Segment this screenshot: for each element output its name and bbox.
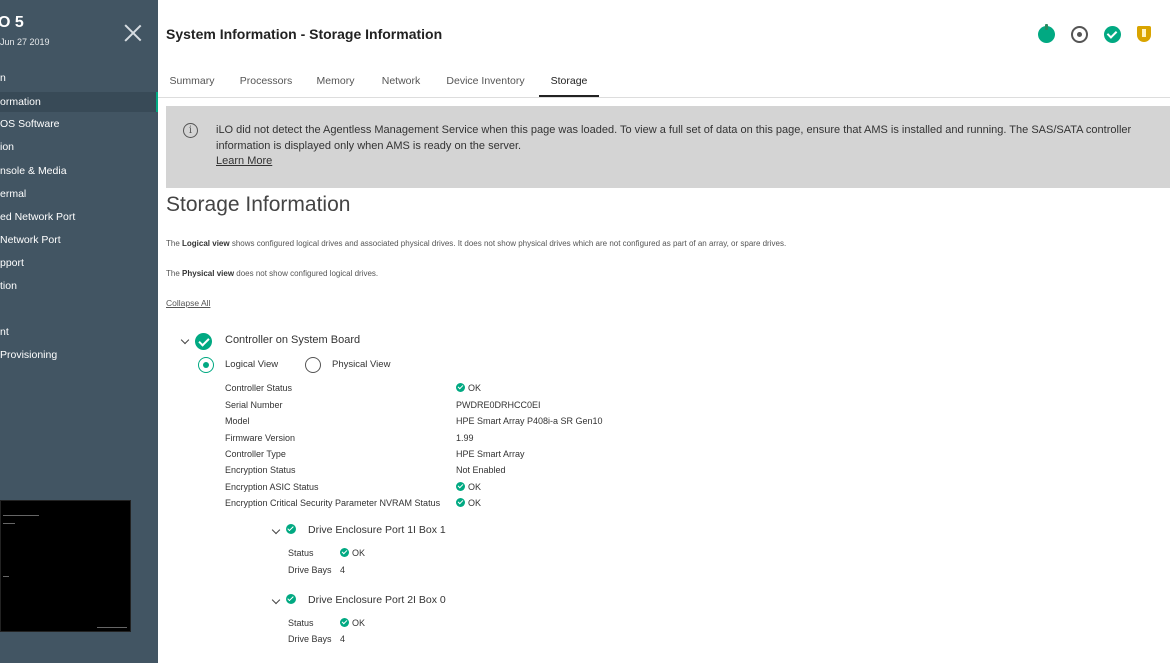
enclosure-bays-label: Drive Bays: [288, 634, 332, 644]
prop-value: OK: [456, 383, 481, 393]
prop-label: Controller Type: [225, 449, 286, 459]
sidebar: O 5 Jun 27 2019 n ormation OS Software i…: [0, 0, 158, 663]
status-ok-icon: [456, 383, 465, 392]
close-icon[interactable]: [124, 24, 142, 42]
physical-view-label[interactable]: Physical View: [332, 359, 390, 370]
enclosure-bays-value: 4: [340, 565, 346, 575]
learn-more-link[interactable]: Learn More: [216, 155, 272, 167]
status-ok-icon: [195, 333, 212, 350]
tab-storage[interactable]: Storage: [539, 68, 599, 97]
prop-label: Encryption Status: [225, 465, 296, 475]
header: System Information - Storage Information: [158, 0, 1170, 68]
tab-processors[interactable]: Processors: [236, 68, 296, 97]
enclosure-status-value: OK: [340, 548, 365, 558]
status-ok-icon: [286, 594, 296, 604]
sidebar-item-remote-console[interactable]: nsole & Media: [0, 161, 158, 181]
sidebar-item-dedicated-network-port[interactable]: ed Network Port: [0, 207, 158, 227]
uid-locator-icon[interactable]: [1071, 26, 1088, 43]
status-ok-icon: [456, 498, 465, 507]
sidebar-subtitle: Jun 27 2019: [0, 37, 50, 47]
banner-message: iLO did not detect the Agentless Managem…: [216, 124, 1132, 152]
chevron-down-icon[interactable]: [271, 595, 281, 605]
info-icon: i: [183, 123, 198, 138]
sidebar-item-remote-support[interactable]: pport: [0, 253, 158, 273]
enclosure-title[interactable]: Drive Enclosure Port 1I Box 1: [308, 524, 446, 536]
status-ok-icon: [286, 524, 296, 534]
enclosure-status-label: Status: [288, 548, 314, 558]
status-ok-icon: [340, 618, 349, 627]
enclosure-status-value: OK: [340, 618, 365, 628]
sidebar-item-system-information[interactable]: ormation: [0, 92, 158, 112]
remote-console-thumbnail[interactable]: [0, 500, 131, 632]
tab-device-inventory[interactable]: Device Inventory: [443, 68, 528, 97]
tab-summary[interactable]: Summary: [166, 68, 218, 97]
prop-label: Encryption ASIC Status: [225, 482, 319, 492]
collapse-all-link[interactable]: Collapse All: [166, 298, 210, 308]
enclosure-title[interactable]: Drive Enclosure Port 2I Box 0: [308, 594, 446, 606]
sidebar-item-management[interactable]: nt: [0, 322, 158, 342]
controller-title[interactable]: Controller on System Board: [225, 334, 360, 346]
power-icon[interactable]: [1038, 24, 1055, 43]
sidebar-item-10[interactable]: [0, 299, 158, 319]
tab-network[interactable]: Network: [377, 68, 425, 97]
security-shield-icon[interactable]: [1137, 26, 1151, 42]
prop-label: Model: [225, 416, 250, 426]
page-title: System Information - Storage Information: [166, 26, 443, 42]
sidebar-item-shared-network-port[interactable]: Network Port: [0, 230, 158, 250]
sidebar-item-power-thermal[interactable]: ermal: [0, 184, 158, 204]
prop-value: OK: [456, 498, 481, 508]
status-ok-icon: [340, 548, 349, 557]
physical-view-description: The Physical view does not show configur…: [166, 269, 379, 278]
prop-value: HPE Smart Array P408i-a SR Gen10: [456, 416, 603, 426]
prop-value: Not Enabled: [456, 465, 506, 475]
tab-bar: Summary Processors Memory Network Device…: [158, 68, 1170, 98]
tab-memory[interactable]: Memory: [313, 68, 358, 97]
prop-value: HPE Smart Array: [456, 449, 525, 459]
sidebar-item-firmware-os-software[interactable]: OS Software: [0, 114, 158, 134]
enclosure-bays-value: 4: [340, 634, 346, 644]
chevron-down-icon[interactable]: [271, 525, 281, 535]
sidebar-item-ilo-federation[interactable]: ion: [0, 137, 158, 157]
sidebar-item-intelligent-provisioning[interactable]: Provisioning: [0, 345, 158, 365]
prop-value: 1.99: [456, 433, 474, 443]
logical-view-description: The Logical view shows configured logica…: [166, 239, 787, 248]
prop-label: Serial Number: [225, 400, 283, 410]
prop-value: PWDRE0DRHCC0EI: [456, 400, 541, 410]
physical-view-radio[interactable]: [305, 357, 321, 373]
sidebar-item-0[interactable]: n: [0, 68, 158, 88]
enclosure-status-label: Status: [288, 618, 314, 628]
status-ok-icon: [456, 482, 465, 491]
prop-value: OK: [456, 482, 481, 492]
section-title: Storage Information: [166, 193, 351, 216]
prop-label: Encryption Critical Security Parameter N…: [225, 498, 441, 508]
prop-label: Controller Status: [225, 383, 293, 393]
enclosure-bays-label: Drive Bays: [288, 565, 332, 575]
sidebar-title: O 5: [0, 14, 24, 31]
prop-label: Firmware Version: [225, 433, 296, 443]
health-ok-icon[interactable]: [1104, 26, 1121, 43]
logical-view-radio[interactable]: [198, 357, 214, 373]
chevron-down-icon[interactable]: [180, 335, 190, 345]
sidebar-item-administration[interactable]: tion: [0, 276, 158, 296]
ams-warning-banner: i iLO did not detect the Agentless Manag…: [166, 106, 1170, 188]
logical-view-label[interactable]: Logical View: [225, 359, 278, 370]
